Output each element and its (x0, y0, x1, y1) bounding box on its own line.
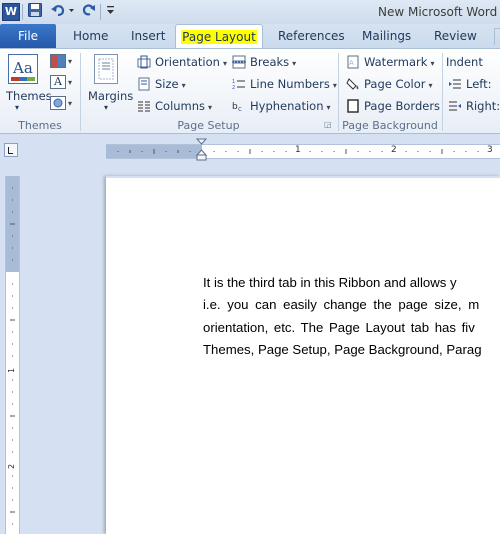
group-label-page-background: Page Background (342, 119, 438, 132)
tab-review[interactable]: Review (434, 24, 477, 48)
vruler-number-1: 1 (7, 367, 17, 374)
orientation-button[interactable]: Orientation ▾ (155, 55, 227, 69)
page-setup-dialog-launcher-icon[interactable]: ◲ (324, 120, 332, 129)
tab-page-layout-label: Page Layout (181, 30, 257, 44)
tab-home[interactable]: Home (73, 24, 108, 48)
columns-label: Columns (155, 99, 206, 113)
left-workspace: 1 2 (0, 176, 106, 534)
vruler-number-2: 2 (7, 463, 17, 470)
ruler-number-1: 1 (295, 145, 301, 155)
horizontal-ruler[interactable]: 1 2 3 (106, 144, 500, 159)
tab-references[interactable]: References (278, 24, 345, 48)
title-bar: W New Microsoft Word D (0, 0, 500, 24)
theme-colors-dropdown-icon[interactable]: ▾ (68, 57, 72, 66)
indent-heading: Indent (446, 55, 483, 69)
redo-icon[interactable] (82, 3, 96, 17)
text-line: i.e. you can easily change the page size… (203, 297, 480, 313)
size-icon[interactable] (137, 77, 151, 91)
page-color-button[interactable]: Page Color ▾ (364, 77, 433, 91)
theme-fonts-icon[interactable]: A (50, 75, 66, 89)
tab-file[interactable]: File (0, 24, 56, 48)
page-top-edge (106, 176, 500, 178)
ruler-number-2: 2 (391, 145, 397, 155)
size-button[interactable]: Size ▾ (155, 77, 186, 91)
tab-mailings[interactable]: Mailings (362, 24, 411, 48)
svg-text:c: c (238, 105, 242, 113)
watermark-icon[interactable]: A (346, 55, 360, 69)
margins-icon[interactable] (94, 54, 118, 84)
window-title: New Microsoft Word D (378, 5, 500, 19)
size-label: Size (155, 77, 179, 91)
group-label-page-setup: Page Setup (177, 119, 240, 132)
document-body-text[interactable]: It is the third tab in this Ribbon and a… (203, 272, 500, 361)
group-label-themes: Themes (18, 119, 62, 132)
page-borders-icon[interactable] (346, 99, 360, 113)
svg-text:2: 2 (232, 85, 235, 91)
theme-effects-dropdown-icon[interactable]: ▾ (68, 99, 72, 108)
themes-dropdown-icon[interactable]: ▾ (15, 103, 19, 112)
theme-colors-icon[interactable] (50, 54, 66, 68)
line-numbers-label: Line Numbers (250, 77, 330, 91)
line-numbers-icon[interactable]: 12 (232, 77, 246, 91)
indent-right-icon (449, 99, 461, 113)
ribbon-tab-strip: File Home Insert Page Layout References … (0, 24, 500, 50)
margins-dropdown-icon[interactable]: ▾ (104, 103, 108, 112)
text-line: Themes, Page Setup, Page Background, Par… (203, 341, 482, 357)
quick-access-divider (22, 4, 23, 20)
group-divider (442, 53, 443, 131)
indent-left-label: Left: (466, 77, 492, 91)
tab-view-partial[interactable] (494, 28, 500, 45)
breaks-label: Breaks (250, 55, 290, 69)
line-numbers-button[interactable]: Line Numbers ▾ (250, 77, 337, 91)
indent-right-label: Right: (466, 99, 500, 113)
breaks-button[interactable]: Breaks ▾ (250, 55, 296, 69)
watermark-button[interactable]: Watermark ▾ (364, 55, 434, 69)
word-app-icon[interactable]: W (2, 3, 20, 21)
page-color-icon[interactable] (346, 77, 360, 91)
watermark-label: Watermark (364, 55, 428, 69)
theme-fonts-dropdown-icon[interactable]: ▾ (68, 78, 72, 87)
vertical-ruler[interactable]: 1 2 (5, 176, 20, 534)
quick-access-divider (100, 4, 101, 20)
themes-button[interactable]: Themes (6, 89, 52, 103)
tab-insert[interactable]: Insert (131, 24, 165, 48)
orientation-label: Orientation (155, 55, 220, 69)
ruler-number-3: 3 (487, 145, 493, 155)
ribbon-page-layout: Aa Themes ▾ ▾ A ▾ ▾ Themes Margins ▾ Ori… (0, 48, 500, 134)
orientation-icon[interactable] (137, 55, 151, 69)
customize-quick-access-icon[interactable] (106, 3, 116, 17)
hyphenation-icon[interactable]: bc (232, 99, 246, 113)
ruler-bar: 1 2 3 (0, 134, 500, 176)
tab-page-layout[interactable]: Page Layout (175, 24, 263, 50)
indent-left-icon (449, 77, 461, 91)
hyphenation-button[interactable]: Hyphenation ▾ (250, 99, 331, 113)
document-page[interactable]: It is the third tab in this Ribbon and a… (106, 176, 500, 534)
text-line: It is the third tab in this Ribbon and a… (203, 275, 457, 290)
undo-dropdown-icon[interactable] (68, 3, 75, 17)
indent-marker-icon[interactable] (195, 138, 208, 162)
tab-selector-button[interactable] (4, 143, 18, 157)
hyphenation-label: Hyphenation (250, 99, 324, 113)
undo-icon[interactable] (50, 3, 66, 17)
page-color-label: Page Color (364, 77, 426, 91)
columns-icon[interactable] (137, 99, 151, 113)
text-line: orientation, etc. The Page Layout tab ha… (203, 319, 475, 335)
breaks-icon[interactable] (232, 55, 246, 69)
save-icon[interactable] (28, 3, 42, 17)
margins-button[interactable]: Margins (88, 89, 133, 103)
theme-effects-icon[interactable] (50, 96, 66, 110)
svg-text:A: A (349, 59, 354, 67)
page-borders-button[interactable]: Page Borders (364, 99, 440, 113)
themes-icon[interactable]: Aa (8, 54, 38, 84)
columns-button[interactable]: Columns ▾ (155, 99, 212, 113)
